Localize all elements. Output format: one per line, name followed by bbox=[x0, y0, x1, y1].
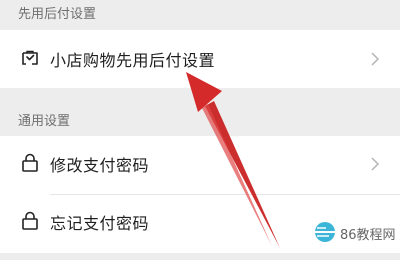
chevron-right-icon bbox=[371, 52, 380, 66]
row-label: 忘记支付密码 bbox=[50, 214, 150, 233]
pay-later-card: 小店购物先用后付设置 bbox=[0, 30, 400, 88]
watermark-text: 86教程网 bbox=[340, 228, 396, 243]
section-header-pay-later: 先用后付设置 bbox=[18, 7, 97, 22]
shopping-bag-check-icon bbox=[22, 50, 38, 65]
section-header-general: 通用设置 bbox=[18, 114, 71, 129]
chevron-right-icon bbox=[371, 157, 380, 171]
watermark-logo-icon bbox=[315, 222, 335, 242]
row-label: 小店购物先用后付设置 bbox=[50, 51, 216, 70]
lock-icon bbox=[22, 153, 38, 172]
watermark: 86教程网 bbox=[312, 221, 396, 245]
row-label: 修改支付密码 bbox=[50, 156, 150, 175]
divider bbox=[50, 194, 400, 195]
lock-icon bbox=[22, 211, 38, 230]
row-shop-pay-later-settings[interactable]: 小店购物先用后付设置 bbox=[0, 33, 400, 85]
row-change-pay-password[interactable]: 修改支付密码 bbox=[0, 138, 400, 190]
